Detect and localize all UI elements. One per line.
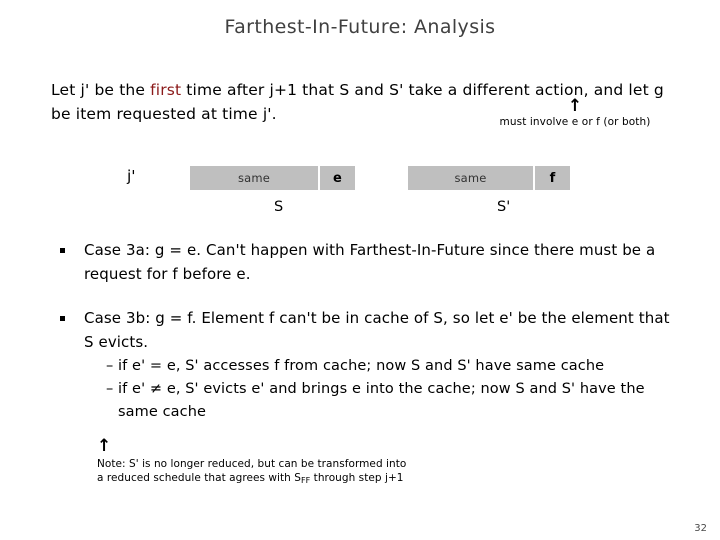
annotation-must-involve: ↑ must involve e or f (or both): [460, 96, 690, 129]
schedule-bar-s-item-cell: e: [320, 166, 355, 190]
slide-title: Farthest-In-Future: Analysis: [224, 16, 496, 38]
intro-text-part1: Let j' be the: [51, 81, 151, 99]
dash-bullet-icon: –: [106, 358, 114, 374]
bottom-note-line2: a reduced schedule that agrees with SFF …: [97, 471, 517, 486]
square-bullet-icon: [60, 316, 65, 321]
schedule-label-s: S: [274, 199, 284, 215]
bullet-list: Case 3a: g = e. Can't happen with Farthe…: [56, 238, 676, 444]
sub-item-eprime-equals-e-text: if e' = e, S' accesses f from cache; now…: [118, 358, 605, 374]
bullet-case-3b: Case 3b: g = f. Element f can't be in ca…: [56, 306, 676, 424]
dash-bullet-icon: –: [106, 381, 114, 397]
sub-item-eprime-not-equals-e: – if e' ≠ e, S' evicts e' and brings e i…: [106, 378, 676, 424]
bullet-case-3b-text: Case 3b: g = f. Element f can't be in ca…: [84, 309, 670, 351]
bottom-note-line2-part-b: through step j+1: [310, 472, 404, 484]
annotation-must-involve-text: must involve e or f (or both): [499, 116, 651, 128]
schedule-bar-sprime: same f: [408, 166, 570, 190]
bottom-note: ↑ Note: S' is no longer reduced, but can…: [97, 438, 517, 486]
square-bullet-icon: [60, 248, 65, 253]
bottom-note-line2-part-a: a reduced schedule that agrees with S: [97, 472, 301, 484]
schedule-label-sprime: S': [497, 199, 511, 215]
arrow-up-icon: ↑: [97, 436, 112, 456]
schedule-bar-s-same-cell: same: [190, 166, 318, 190]
sub-item-eprime-equals-e: – if e' = e, S' accesses f from cache; n…: [106, 355, 676, 378]
schedule-bar-s: same e: [190, 166, 355, 190]
page-number: 32: [694, 523, 707, 534]
bullet-case-3b-sublist: – if e' = e, S' accesses f from cache; n…: [84, 355, 676, 424]
arrow-up-icon: ↑: [567, 96, 583, 116]
schedule-bar-sprime-item-cell: f: [535, 166, 570, 190]
bottom-note-line1: Note: S' is no longer reduced, but can b…: [97, 458, 407, 470]
diagram-time-label: j': [127, 167, 136, 185]
slide-canvas: Farthest-In-Future: Analysis Let j' be t…: [0, 0, 720, 540]
schedule-diagram: [0, 160, 720, 220]
bottom-note-subscript-ff: FF: [300, 476, 311, 485]
bullet-case-3a: Case 3a: g = e. Can't happen with Farthe…: [56, 238, 676, 286]
schedule-bar-sprime-same-cell: same: [408, 166, 533, 190]
intro-highlight-first: first: [150, 81, 182, 99]
sub-item-eprime-not-equals-e-text: if e' ≠ e, S' evicts e' and brings e int…: [118, 381, 645, 420]
bullet-case-3a-text: Case 3a: g = e. Can't happen with Farthe…: [84, 241, 656, 283]
